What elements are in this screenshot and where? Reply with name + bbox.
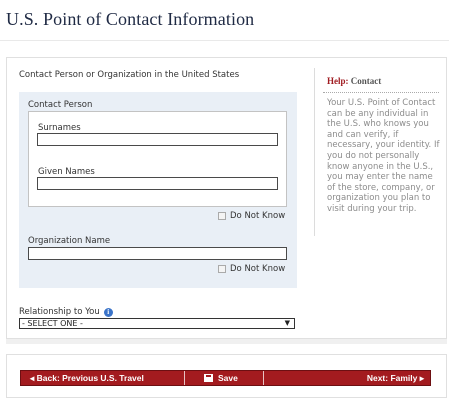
- organization-name-label: Organization Name: [28, 236, 111, 246]
- save-button[interactable]: Save: [204, 370, 262, 386]
- given-names-label: Given Names: [38, 167, 95, 177]
- form-container-footer: [6, 339, 447, 344]
- save-icon: [204, 374, 213, 382]
- given-names-input[interactable]: [37, 177, 278, 190]
- help-title: Help: Contact: [327, 76, 381, 86]
- help-divider: [323, 92, 439, 93]
- save-button-label: Save: [218, 373, 238, 383]
- title-divider: [0, 40, 449, 41]
- help-text: Your U.S. Point of Contact can be any in…: [327, 98, 440, 214]
- contact-do-not-know[interactable]: Do Not Know: [218, 211, 285, 221]
- surnames-input[interactable]: [37, 133, 278, 146]
- contact-do-not-know-label: Do Not Know: [230, 211, 286, 221]
- next-button-label: Next: Family ▸: [366, 372, 424, 383]
- organization-do-not-know[interactable]: Do Not Know: [218, 264, 285, 274]
- relationship-select[interactable]: - SELECT ONE - ▼: [19, 318, 295, 329]
- organization-do-not-know-label: Do Not Know: [230, 264, 286, 274]
- contact-person-label: Contact Person: [28, 100, 93, 110]
- contact-do-not-know-checkbox[interactable]: [218, 212, 226, 220]
- help-title-topic: Contact: [350, 76, 382, 86]
- relationship-select-value: - SELECT ONE -: [22, 319, 83, 328]
- relationship-label: Relationship to You i: [19, 307, 113, 317]
- help-title-prefix: Help:: [327, 76, 349, 86]
- organization-do-not-know-checkbox[interactable]: [218, 265, 226, 273]
- surnames-label: Surnames: [38, 123, 81, 133]
- back-button[interactable]: ◂ Back: Previous U.S. Travel: [30, 370, 184, 386]
- button-separator: [184, 371, 185, 385]
- back-button-label: ◂ Back: Previous U.S. Travel: [30, 372, 144, 383]
- info-icon[interactable]: i: [103, 307, 113, 317]
- page-title: U.S. Point of Contact Information: [6, 9, 255, 29]
- next-button[interactable]: Next: Family ▸: [264, 370, 424, 386]
- dropdown-arrow-icon: ▼: [284, 319, 290, 327]
- organization-name-input[interactable]: [28, 247, 287, 260]
- section-label: Contact Person or Organization in the Un…: [19, 70, 240, 80]
- relationship-label-text: Relationship to You: [19, 307, 100, 317]
- help-panel: Help: Contact Your U.S. Point of Contact…: [314, 68, 439, 236]
